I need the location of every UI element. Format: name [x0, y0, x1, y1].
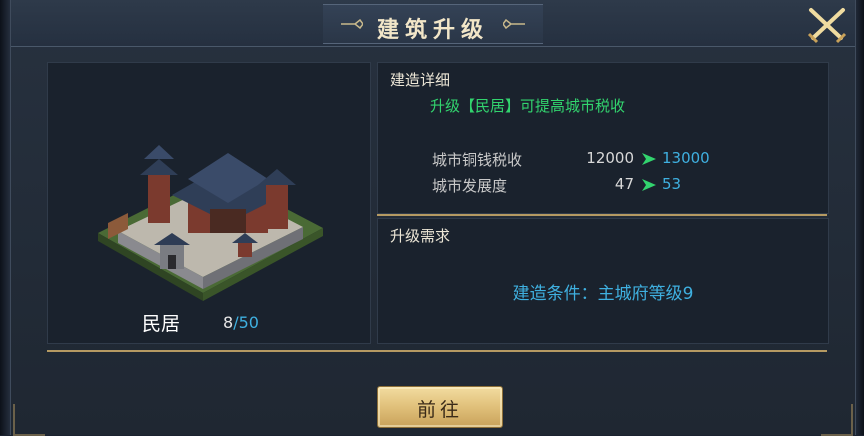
count-current: 8	[223, 313, 234, 332]
residence-building-icon	[98, 145, 323, 301]
upgrade-description: 升级【民居】可提高城市税收	[430, 97, 626, 115]
stat-old-development: 47	[614, 175, 634, 193]
upgrade-requirements-section: 升级需求 建造条件：主城府等级9	[377, 218, 829, 344]
stat-label-development: 城市发展度	[432, 177, 508, 195]
count-max: 50	[238, 313, 259, 332]
building-count: 8/50	[223, 313, 259, 332]
section-divider	[377, 214, 827, 216]
requirements-title: 升级需求	[390, 227, 451, 245]
bottom-divider	[47, 350, 827, 352]
corner-ornament-bottom-right	[821, 404, 853, 436]
title-ornament-left-icon	[341, 19, 363, 29]
stat-new-tax: 13000	[662, 149, 710, 167]
stat-new-development: 53	[662, 175, 682, 193]
goto-button-label: 前往	[416, 399, 463, 421]
crossed-swords-close-icon[interactable]	[803, 4, 851, 44]
requirement-text: 建造条件：主城府等级9	[512, 284, 694, 304]
title-bar: 建筑升级	[11, 0, 855, 47]
title-ornament-right-icon	[503, 19, 525, 29]
building-upgrade-dialog: 建筑升级 民居 8/50 建造详细 升级【民居】可提高城市税收 城市铜钱税收 1…	[10, 0, 856, 436]
increase-arrow-icon	[642, 179, 656, 191]
stat-old-tax: 12000	[586, 149, 634, 167]
details-panel: 建造详细 升级【民居】可提高城市税收 城市铜钱税收 12000 13000 城市…	[377, 62, 829, 344]
build-details-section: 建造详细 升级【民居】可提高城市税收 城市铜钱税收 12000 13000 城市…	[377, 62, 829, 214]
stat-label-tax: 城市铜钱税收	[432, 151, 523, 169]
goto-button[interactable]: 前往	[377, 386, 503, 428]
build-details-title: 建造详细	[390, 71, 451, 89]
building-preview-panel: 民居 8/50	[47, 62, 371, 344]
increase-arrow-icon	[642, 153, 656, 165]
building-name: 民居	[142, 313, 181, 335]
corner-ornament-bottom-left	[13, 404, 45, 436]
